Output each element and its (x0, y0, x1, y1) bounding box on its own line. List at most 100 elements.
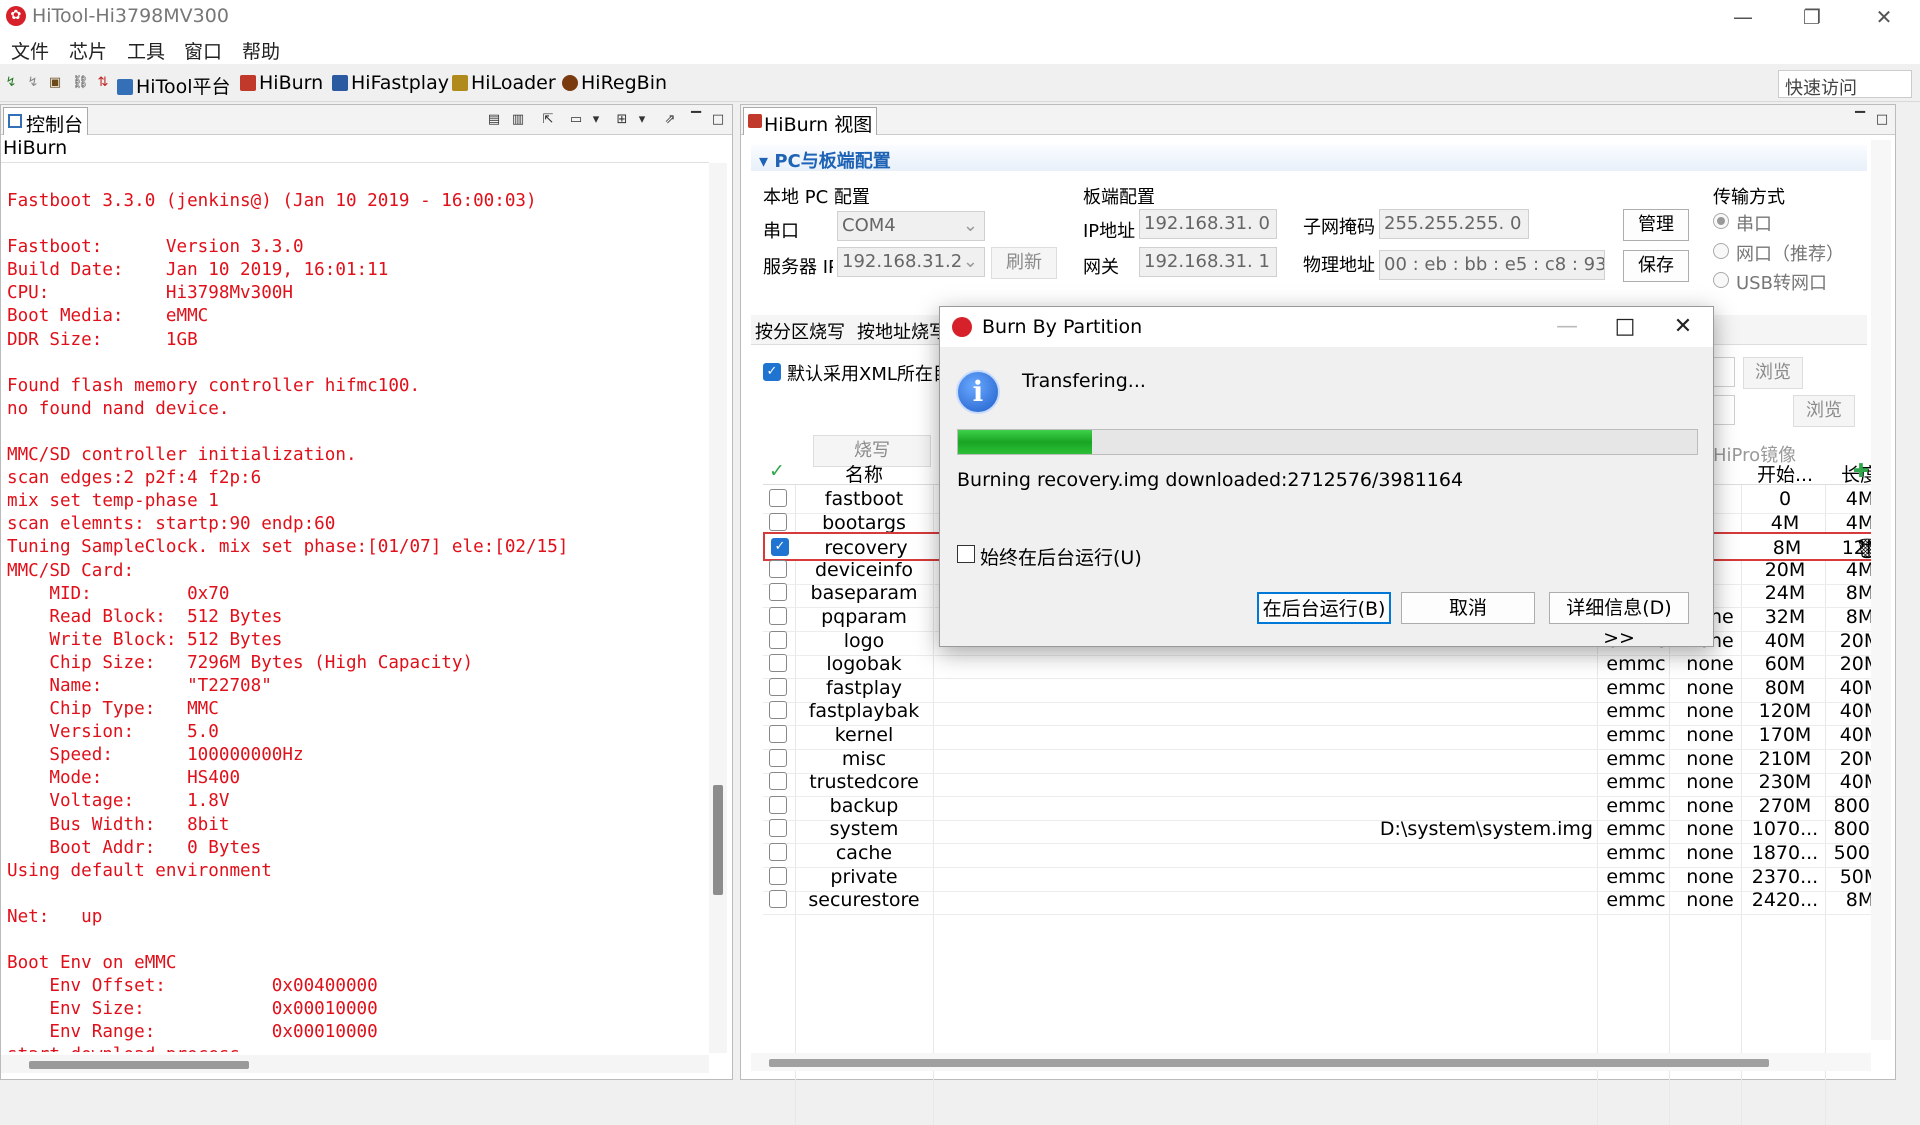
row-checkbox[interactable] (769, 866, 787, 885)
display-console-icon[interactable]: ▭ (567, 111, 585, 129)
manage-button[interactable]: 管理 (1623, 209, 1689, 241)
partition-type: emmc (1606, 865, 1666, 888)
row-checkbox[interactable] (769, 819, 787, 838)
restore-button[interactable]: ❐ (1782, 0, 1842, 34)
row-checkbox[interactable] (769, 890, 787, 909)
hiburn-icon (240, 75, 256, 91)
tab-burn-by-address[interactable]: 按地址烧写 (857, 318, 947, 344)
xml-dir-checkbox[interactable]: ✓ (763, 363, 781, 381)
hiburn-view-tab[interactable]: HiBurn 视图 (743, 107, 878, 136)
hiburn-link[interactable]: HiBurn (240, 72, 323, 94)
radio-serial[interactable] (1713, 213, 1729, 229)
chip-icon[interactable]: ▣ (48, 75, 62, 91)
pin-console-icon[interactable]: ⇱ (539, 111, 557, 129)
tab-burn-by-partition[interactable]: 按分区烧写 (755, 318, 845, 344)
console-hscroll-thumb[interactable] (29, 1061, 249, 1069)
export-icon[interactable]: ⇗ (661, 111, 679, 129)
browse-button-2[interactable]: 浏览 (1793, 395, 1855, 427)
row-checkbox[interactable] (769, 795, 787, 814)
row-checkbox[interactable] (769, 559, 787, 578)
dialog-maximize-button[interactable]: □ (1596, 307, 1654, 347)
server-ip-select[interactable]: 192.168.31.2 ⌄ (837, 247, 985, 277)
serial-select[interactable]: COM4 ⌄ (837, 211, 985, 241)
close-button[interactable]: ✕ (1854, 0, 1914, 34)
burn-dialog: Burn By Partition — □ ✕ i Transfering...… (939, 306, 1714, 649)
hiburn-vertical-scrollbar[interactable] (1871, 140, 1891, 1040)
chevron-down-icon[interactable]: ▾ (587, 111, 605, 129)
partition-start: 270M (1758, 794, 1812, 817)
pc-board-config-header[interactable]: ▾ PC与板端配置 (751, 145, 1867, 172)
row-checkbox[interactable] (769, 607, 787, 625)
menu-help[interactable]: 帮助 (242, 37, 280, 64)
maximize-view-icon[interactable]: □ (709, 111, 727, 129)
save-button[interactable]: 保存 (1623, 250, 1689, 282)
clear-console-icon[interactable]: ▤ (485, 111, 503, 129)
hitool-platform-link[interactable]: HiTool平台 (117, 72, 230, 99)
dialog-minimize-button[interactable]: — (1538, 307, 1596, 347)
row-checkbox[interactable] (769, 772, 787, 791)
maximize-view-icon[interactable]: □ (1873, 111, 1891, 129)
row-checkbox[interactable] (769, 843, 787, 861)
hiburn-hscroll-thumb[interactable] (769, 1059, 1769, 1067)
minimize-view-icon[interactable]: ▔ (687, 111, 705, 129)
column-name[interactable]: 名称 (799, 460, 929, 487)
browse-button-1[interactable]: 浏览 (1743, 357, 1803, 389)
row-checkbox[interactable] (769, 748, 787, 767)
console-vertical-scrollbar[interactable] (709, 163, 727, 1053)
menu-chip[interactable]: 芯片 (69, 37, 107, 64)
row-checkbox[interactable] (769, 512, 787, 531)
menu-tools[interactable]: 工具 (127, 37, 165, 64)
transfer-icon[interactable]: ⇅ (96, 75, 110, 91)
partition-fs: none (1686, 724, 1734, 746)
minimize-view-icon[interactable]: ▔ (1851, 111, 1869, 129)
radio-usb-network[interactable] (1713, 272, 1729, 288)
row-checkbox[interactable] (769, 489, 787, 507)
radio-network[interactable] (1713, 243, 1729, 259)
row-checkbox[interactable] (769, 654, 787, 673)
refresh-button[interactable]: 刷新 (991, 247, 1057, 279)
run-in-background-button[interactable]: 在后台运行(B) (1257, 592, 1391, 624)
add-row-icon[interactable]: ✚ (1853, 460, 1869, 482)
hiregbin-link[interactable]: HiRegBin (562, 72, 667, 94)
hiloader-link[interactable]: HiLoader (452, 72, 556, 94)
scroll-lock-icon[interactable]: ▥ (509, 111, 527, 129)
row-checkbox[interactable] (769, 725, 787, 743)
row-checkbox[interactable] (769, 701, 787, 720)
row-checkbox[interactable] (769, 677, 787, 696)
quick-access-input[interactable]: 快速访问 (1778, 70, 1912, 99)
console-line: Mode: HS400 (7, 768, 241, 789)
gateway-label: 网关 (1083, 257, 1119, 278)
minimize-button[interactable]: — (1713, 0, 1773, 34)
console-scroll-thumb[interactable] (713, 785, 723, 895)
menu-window[interactable]: 窗口 (184, 37, 222, 64)
details-button[interactable]: 详细信息(D) >> (1549, 592, 1689, 649)
disconnect-icon[interactable]: ↯ (26, 75, 40, 91)
hifastplay-link[interactable]: HiFastplay (332, 72, 449, 94)
dialog-close-button[interactable]: ✕ (1654, 307, 1712, 347)
partition-start: 2420... (1751, 889, 1819, 912)
ip-address-field[interactable]: 192.168.31. 0 (1139, 209, 1277, 239)
row-checkbox[interactable]: ✓ (771, 538, 789, 557)
menu-file[interactable]: 文件 (11, 37, 49, 64)
column-start[interactable]: 开始... (1743, 460, 1827, 487)
partition-name: backup (829, 794, 899, 817)
gateway-field[interactable]: 192.168.31. 1 (1139, 247, 1277, 277)
row-checkbox[interactable] (769, 583, 787, 602)
row-checkbox[interactable] (769, 630, 787, 649)
open-console-icon[interactable]: ⊞ (613, 111, 631, 129)
subnet-mask-field[interactable]: 255.255.255. 0 (1379, 209, 1529, 239)
network-icon[interactable]: ⛓ (72, 75, 89, 91)
select-all-check-icon[interactable]: ✓ (769, 460, 785, 482)
partition-fs: none (1686, 653, 1734, 676)
always-background-checkbox[interactable] (957, 545, 975, 563)
connect-icon[interactable]: ↯ (4, 75, 18, 91)
mac-address-field[interactable]: 00 : eb : bb : e5 : c8 : 93 (1379, 250, 1605, 280)
home-icon (117, 79, 133, 95)
console-tab[interactable]: 控制台 (3, 107, 89, 136)
cancel-button[interactable]: 取消 (1401, 592, 1535, 624)
partition-name: trustedcore (809, 771, 919, 794)
chevron-down-icon[interactable]: ▾ (633, 111, 651, 129)
partition-name: logo (843, 629, 885, 652)
table-row[interactable]: securestore emmc none 2420... 8M (763, 886, 1873, 916)
